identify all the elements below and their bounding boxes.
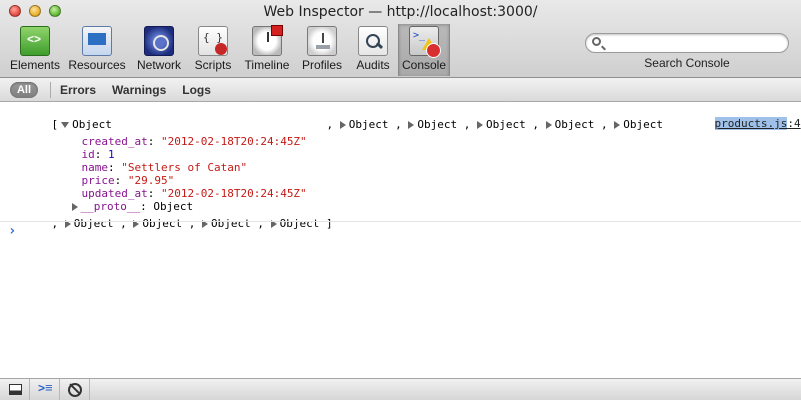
object-label[interactable]: Object xyxy=(417,118,457,131)
console-filter-bar: All Errors Warnings Logs xyxy=(0,78,801,102)
search-input[interactable] xyxy=(608,36,783,50)
search-field[interactable] xyxy=(585,33,789,53)
object-label[interactable]: Object xyxy=(555,118,595,131)
tab-network[interactable]: Network xyxy=(130,24,188,76)
tab-profiles[interactable]: Profiles xyxy=(296,24,348,76)
object-label[interactable]: Object xyxy=(211,217,251,230)
tab-scripts[interactable]: Scripts xyxy=(188,24,238,76)
tab-network-label: Network xyxy=(136,58,181,72)
disclosure-collapsed-icon[interactable] xyxy=(614,121,621,129)
collapsed-objects-row: , Object , Object , Object , Object , Ob… xyxy=(300,104,664,131)
window-title: Web Inspector — http://localhost:3000/ xyxy=(263,4,538,20)
array-close-bracket: ] xyxy=(326,217,333,230)
elements-icon xyxy=(20,26,50,56)
clear-icon[interactable] xyxy=(60,379,90,400)
inspector-toolbar: Elements Resources Network Scripts Timel… xyxy=(6,24,450,76)
tab-elements[interactable]: Elements xyxy=(6,24,64,76)
console-prompt-icon[interactable]: › xyxy=(8,223,16,239)
filter-errors-button[interactable]: Errors xyxy=(60,83,96,97)
network-icon xyxy=(144,26,174,56)
separator-comma: , xyxy=(51,217,59,230)
separator-comma: , xyxy=(257,217,264,230)
property-row: price: "29.95" xyxy=(81,174,175,187)
tab-profiles-label: Profiles xyxy=(301,58,342,72)
warning-icon xyxy=(422,38,436,50)
separator-comma: , xyxy=(463,118,471,131)
separator-comma: , xyxy=(532,118,539,131)
tab-console-label: Console xyxy=(401,58,447,72)
timeline-icon xyxy=(252,25,283,56)
audits-icon xyxy=(358,26,388,56)
tab-resources[interactable]: Resources xyxy=(64,24,130,76)
property-row: created_at: "2012-02-18T20:24:45Z" xyxy=(81,135,307,148)
collapsed-objects-row: , Object , Object , Object , Object ] xyxy=(25,203,333,230)
filter-warnings-button[interactable]: Warnings xyxy=(112,83,166,97)
resources-icon xyxy=(82,26,112,56)
separator-comma: , xyxy=(188,217,196,230)
window-titlebar: Web Inspector — http://localhost:3000/ E… xyxy=(0,0,801,78)
property-row: name: "Settlers of Catan" xyxy=(81,161,248,174)
object-label[interactable]: Object xyxy=(280,217,320,230)
disclosure-collapsed-icon[interactable] xyxy=(477,121,483,129)
console-toggle-icon[interactable] xyxy=(30,379,60,400)
object-label[interactable]: Object xyxy=(486,118,526,131)
proto-row[interactable]: __proto__: Object xyxy=(45,186,193,213)
filter-divider xyxy=(50,81,51,98)
scripts-icon xyxy=(198,26,228,56)
disclosure-collapsed-icon[interactable] xyxy=(408,121,415,129)
console-output: [Object , Object , Object , Object , Obj… xyxy=(0,103,801,378)
disclosure-collapsed-icon[interactable] xyxy=(339,121,346,129)
object-label[interactable]: Object xyxy=(74,217,114,230)
tab-scripts-label: Scripts xyxy=(194,58,232,72)
source-line[interactable]: :4 xyxy=(787,117,800,130)
console-message-line: [Object xyxy=(25,104,112,131)
filter-all-button[interactable]: All xyxy=(10,81,38,98)
tab-resources-label: Resources xyxy=(68,58,126,72)
tab-timeline-label: Timeline xyxy=(244,58,290,72)
status-bar xyxy=(0,378,801,400)
tab-audits[interactable]: Audits xyxy=(348,24,398,76)
disclosure-collapsed-icon[interactable] xyxy=(545,121,552,129)
search-area: Search Console xyxy=(585,33,789,70)
tab-elements-label: Elements xyxy=(9,58,61,72)
search-label: Search Console xyxy=(644,56,730,70)
separator-comma: , xyxy=(120,217,127,230)
console-icon xyxy=(409,26,441,58)
source-link[interactable]: products.js:4 xyxy=(688,103,801,130)
message-divider xyxy=(0,221,801,222)
dock-icon[interactable] xyxy=(0,379,30,400)
separator-comma: , xyxy=(601,118,608,131)
object-label[interactable]: Object xyxy=(623,118,663,131)
property-row: id: 1 xyxy=(81,148,115,161)
filter-logs-button[interactable]: Logs xyxy=(182,83,211,97)
tab-audits-label: Audits xyxy=(356,58,390,72)
tab-timeline[interactable]: Timeline xyxy=(238,24,296,76)
property-row: updated_at: "2012-02-18T20:24:45Z" xyxy=(81,187,307,200)
separator-comma: , xyxy=(395,118,402,131)
tab-console[interactable]: Console xyxy=(398,24,450,76)
object-label[interactable]: Object xyxy=(349,118,389,131)
object-label[interactable]: Object xyxy=(142,217,182,230)
search-icon xyxy=(592,37,601,46)
profiles-icon xyxy=(307,26,337,56)
separator-comma: , xyxy=(326,118,334,131)
source-file[interactable]: products.js xyxy=(714,117,788,130)
